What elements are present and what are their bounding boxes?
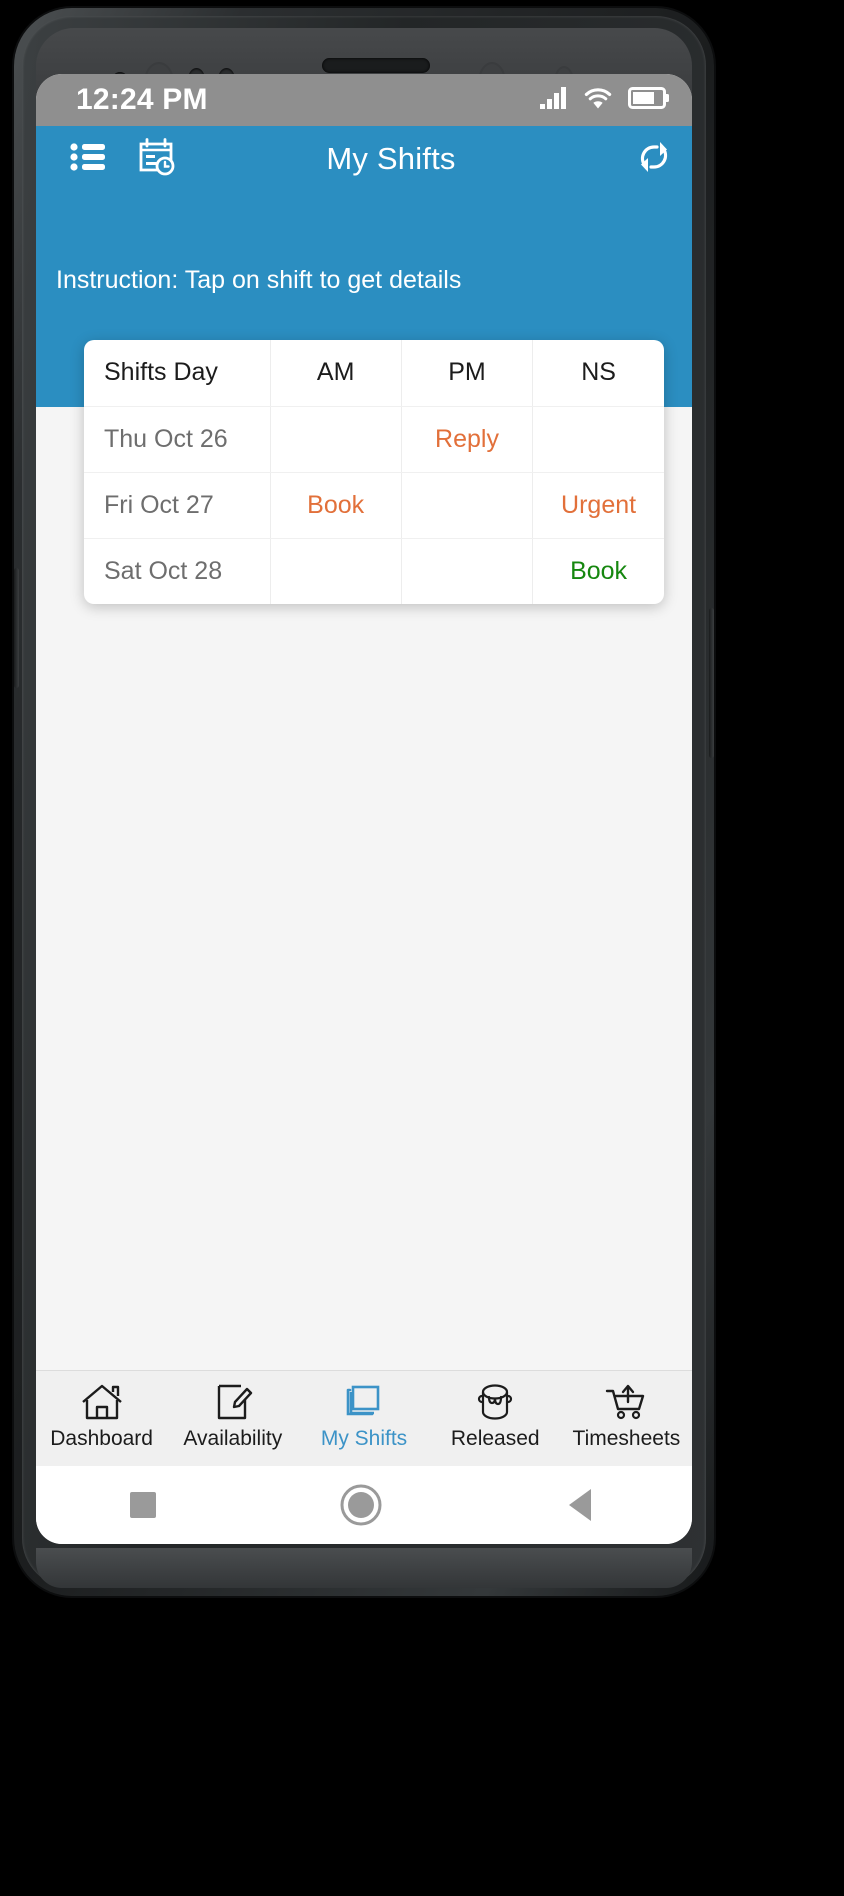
cell-ns[interactable] [532,406,664,473]
android-nav-bar [36,1466,692,1544]
recents-square-key[interactable] [126,1488,160,1522]
cell-day: Sat Oct 28 [84,538,271,604]
tab-label: My Shifts [320,1427,408,1450]
battery-icon [628,85,670,116]
column-header-pm: PM [401,340,534,407]
home-circle-key[interactable] [339,1483,383,1527]
column-header-am: AM [270,340,402,407]
column-header-day: Shifts Day [84,340,271,407]
cart-upload-icon [603,1381,649,1423]
layers-copy-icon [342,1381,386,1423]
page-title: My Shifts [326,141,456,176]
cell-pm[interactable] [401,472,534,539]
cell-am[interactable] [270,538,402,604]
list-icon[interactable] [70,141,106,178]
shift-table: Shifts Day AM PM NS Thu Oct 26 Reply Fri… [84,340,664,604]
cell-day: Thu Oct 26 [84,406,271,473]
bottom-tab-bar: Dashboard Availability My Shifts Release… [36,1370,692,1466]
phone-screen: 12:24 PM My Shifts Instruction: Tap on s… [36,74,692,1544]
column-header-ns: NS [532,340,664,407]
status-clock: 12:24 PM [76,83,208,116]
shift-table-card: Shifts Day AM PM NS Thu Oct 26 Reply Fri… [84,340,664,604]
earpiece-speaker [322,58,430,73]
app-bar: My Shifts [36,126,692,192]
tab-timesheets[interactable]: Timesheets [561,1381,692,1451]
cell-am-book[interactable]: Book [270,472,402,539]
cell-ns-urgent[interactable]: Urgent [532,472,664,539]
content-area: Shifts Day AM PM NS Thu Oct 26 Reply Fri… [36,340,692,1370]
table-row: Thu Oct 26 Reply [84,406,664,473]
cell-day: Fri Oct 27 [84,472,271,539]
signal-icon [538,85,568,116]
cell-pm[interactable] [401,538,534,604]
tab-my-shifts[interactable]: My Shifts [298,1381,429,1451]
wifi-icon [582,85,614,116]
volume-button[interactable] [14,568,19,688]
instruction-text: Instruction: Tap on shift to get details [56,266,462,294]
tab-label: Released [450,1427,540,1450]
tab-dashboard[interactable]: Dashboard [36,1381,167,1451]
tab-label: Availability [183,1427,283,1450]
power-button[interactable] [709,608,714,758]
phone-bottom-chin [36,1548,692,1588]
tab-availability[interactable]: Availability [167,1381,298,1451]
table-row: Sat Oct 28 Book [84,538,664,604]
tab-label: Timesheets [572,1427,681,1450]
paint-bucket-icon [473,1381,517,1423]
tab-label: Dashboard [50,1427,153,1450]
home-icon [80,1381,124,1423]
status-icon-group [538,85,670,116]
cell-am[interactable] [270,406,402,473]
cell-ns-book[interactable]: Book [533,538,664,604]
cell-pm-reply[interactable]: Reply [401,406,534,473]
tab-released[interactable]: Released [430,1381,561,1451]
phone-frame: 12:24 PM My Shifts Instruction: Tap on s… [14,8,714,1596]
android-status-bar: 12:24 PM [36,74,692,126]
table-header-row: Shifts Day AM PM NS [84,340,664,407]
edit-note-icon [211,1381,255,1423]
refresh-icon[interactable] [636,138,672,181]
back-triangle-key[interactable] [562,1486,602,1524]
table-row: Fri Oct 27 Book Urgent [84,472,664,539]
